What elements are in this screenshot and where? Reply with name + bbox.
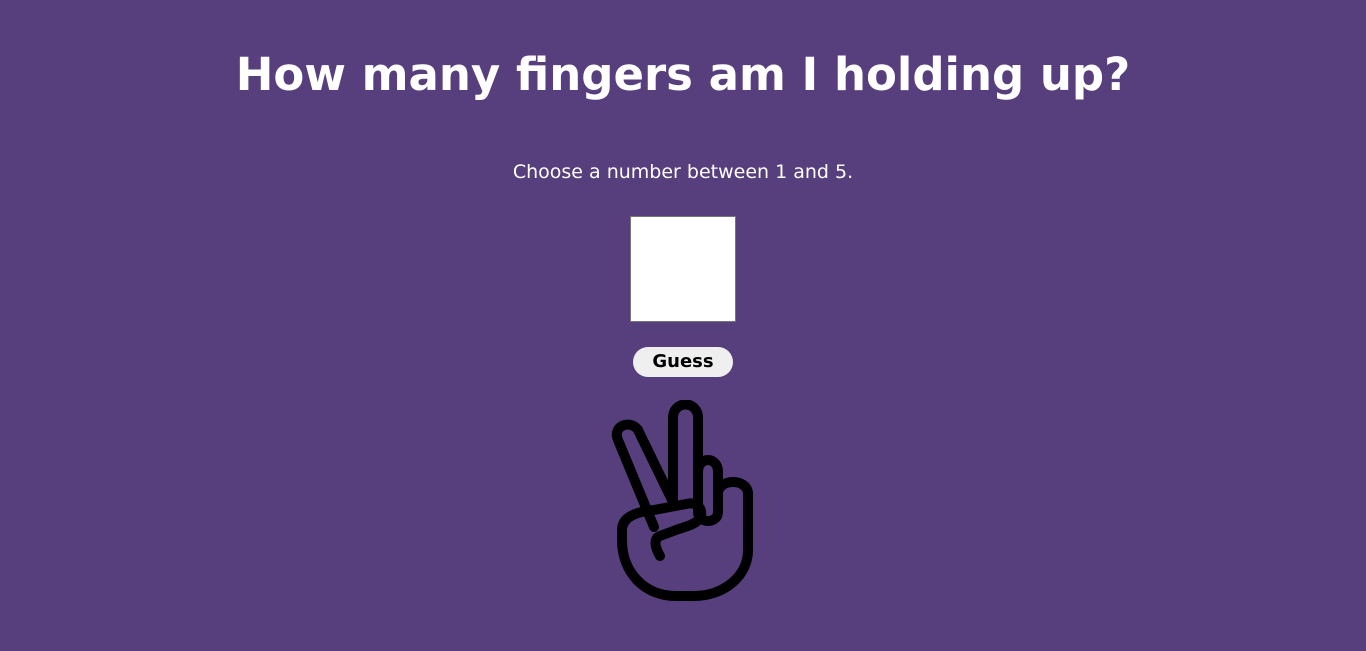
game-page: How many fingers am I holding up? Choose… — [0, 0, 1366, 651]
page-title: How many fingers am I holding up? — [235, 48, 1131, 101]
peace-hand-icon — [606, 400, 766, 610]
guess-input[interactable] — [630, 216, 736, 322]
guess-button[interactable]: Guess — [633, 347, 733, 377]
instructions-text: Choose a number between 1 and 5. — [512, 161, 854, 183]
